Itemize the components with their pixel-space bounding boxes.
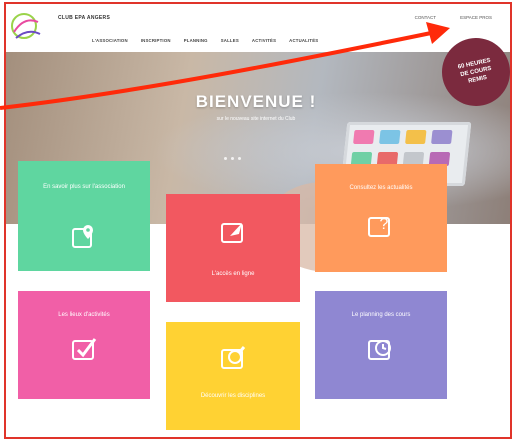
space-link[interactable]: ESPACE PROS <box>460 15 492 20</box>
tile-online-access[interactable]: L'accès en ligne <box>166 194 300 302</box>
svg-text:?: ? <box>380 216 389 233</box>
tile-disciplines-label: Découvrir les disciplines <box>200 393 266 399</box>
tile-online-label: L'accès en ligne <box>211 271 255 277</box>
clock-icon <box>368 340 391 360</box>
tile-association-label: En savoir plus sur l'association <box>43 184 125 190</box>
main-nav: L'ASSOCIATION INSCRIPTION PLANNING SALLE… <box>92 38 318 43</box>
cursor-arrow-icon <box>221 223 243 243</box>
tile-disciplines[interactable]: Découvrir les disciplines <box>166 322 300 430</box>
top-bar: CLUB EPA ANGERS CONTACT ESPACE PROS L'AS… <box>6 4 510 53</box>
nav-item-salles[interactable]: SALLES <box>221 38 239 43</box>
map-pin-icon <box>72 225 93 248</box>
tile-news-label: Consultez les actualités <box>349 185 413 191</box>
club-logo-icon[interactable] <box>10 8 46 48</box>
magnifier-icon <box>221 346 246 369</box>
hero-subtitle: sur le nouveau site internet du Club <box>216 116 296 122</box>
contact-link[interactable]: CONTACT <box>415 15 436 20</box>
tile-planning[interactable]: Le planning des cours <box>315 291 447 399</box>
tile-association[interactable]: En savoir plus sur l'association <box>18 161 150 271</box>
carousel-dot[interactable] <box>231 157 234 160</box>
nav-item-association[interactable]: L'ASSOCIATION <box>92 38 128 43</box>
nav-item-activites[interactable]: ACTIVITÉS <box>252 38 276 43</box>
nav-item-planning[interactable]: PLANNING <box>184 38 208 43</box>
carousel-dots[interactable] <box>224 157 241 160</box>
hero-title: BIENVENUE ! <box>195 92 317 111</box>
top-links: CONTACT ESPACE PROS <box>415 15 492 20</box>
nav-item-actualites[interactable]: ACTUALITÉS <box>289 38 318 43</box>
tile-news[interactable]: Consultez les actualités ? <box>315 164 447 272</box>
nav-item-inscription[interactable]: INSCRIPTION <box>141 38 171 43</box>
brand-name[interactable]: CLUB EPA ANGERS <box>58 15 110 21</box>
tile-places-label: Les lieux d'activités <box>58 312 110 318</box>
tile-activity-places[interactable]: Les lieux d'activités <box>18 291 150 399</box>
checkbox-icon <box>72 338 97 360</box>
browser-frame: CLUB EPA ANGERS CONTACT ESPACE PROS L'AS… <box>4 2 512 439</box>
carousel-dot[interactable] <box>224 157 227 160</box>
carousel-dot[interactable] <box>238 157 241 160</box>
question-icon: ? <box>368 216 390 237</box>
tile-planning-label: Le planning des cours <box>351 312 411 318</box>
